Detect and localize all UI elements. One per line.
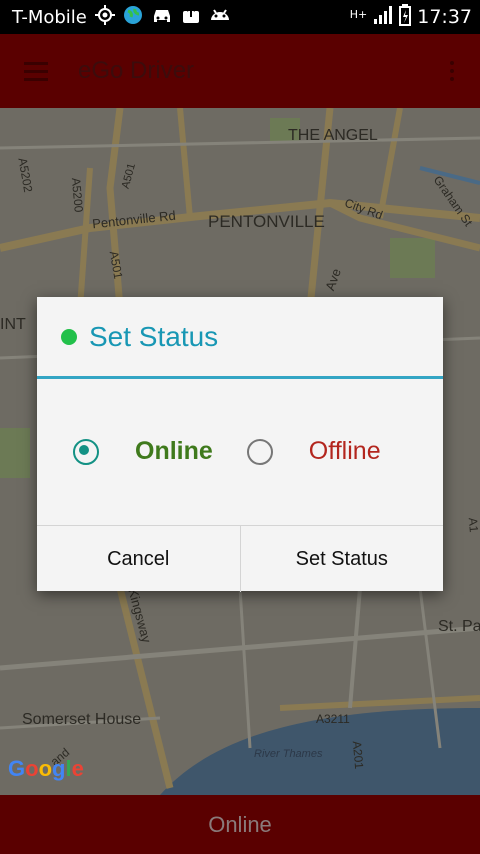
map-label-somerset-house: Somerset House — [22, 711, 142, 728]
globe-icon — [123, 5, 143, 30]
set-status-button[interactable]: Set Status — [239, 526, 444, 592]
dialog-buttons: Cancel Set Status — [37, 525, 443, 592]
car-icon — [151, 5, 173, 30]
map-label-pentonville: PENTONVILLE — [208, 212, 325, 231]
offline-radio[interactable] — [246, 438, 273, 465]
signal-icon — [373, 5, 393, 30]
map-label-st-pa: St. Pa — [438, 618, 480, 635]
status-bar: T-Mobile H+ 17:37 — [0, 0, 480, 34]
app-title: eGo Driver — [78, 57, 195, 84]
set-status-dialog: Set Status Online Offline Cancel Set Sta… — [37, 297, 443, 592]
offline-label[interactable]: Offline — [309, 437, 381, 466]
menu-icon[interactable] — [24, 61, 48, 81]
dialog-header: Set Status — [37, 297, 443, 379]
network-type: H+ — [349, 7, 368, 21]
status-indicator-icon — [61, 328, 77, 345]
current-status-label: Online — [208, 811, 272, 837]
map-label-a1: A1 — [465, 517, 480, 533]
clock: 17:37 — [417, 6, 472, 28]
status-options: Online Offline — [37, 379, 443, 524]
dialog-title: Set Status — [89, 320, 219, 352]
online-radio[interactable] — [73, 438, 99, 465]
carrier-name: T-Mobile — [12, 6, 87, 28]
map-label-the-angel: THE ANGEL — [288, 127, 378, 144]
overflow-menu-icon[interactable] — [450, 61, 454, 81]
map-label-int: INT — [0, 316, 26, 333]
option-offline[interactable]: Offline — [246, 437, 381, 466]
android-icon — [209, 6, 231, 29]
option-online[interactable]: Online — [73, 437, 213, 466]
cancel-button[interactable]: Cancel — [37, 526, 240, 592]
online-label[interactable]: Online — [135, 437, 213, 466]
map-label-a3211: A3211 — [316, 712, 350, 726]
app-bar: eGo Driver — [0, 34, 480, 108]
location-icon — [94, 4, 115, 30]
bottom-status-bar: Online — [0, 795, 480, 854]
battery-icon — [399, 3, 412, 31]
map-label-a5200: A5200 — [68, 177, 86, 213]
map-label-river-thames: River Thames — [254, 748, 323, 760]
map-label-a201: A201 — [349, 740, 367, 770]
upload-icon — [181, 5, 201, 30]
google-attribution: Google — [8, 756, 84, 781]
